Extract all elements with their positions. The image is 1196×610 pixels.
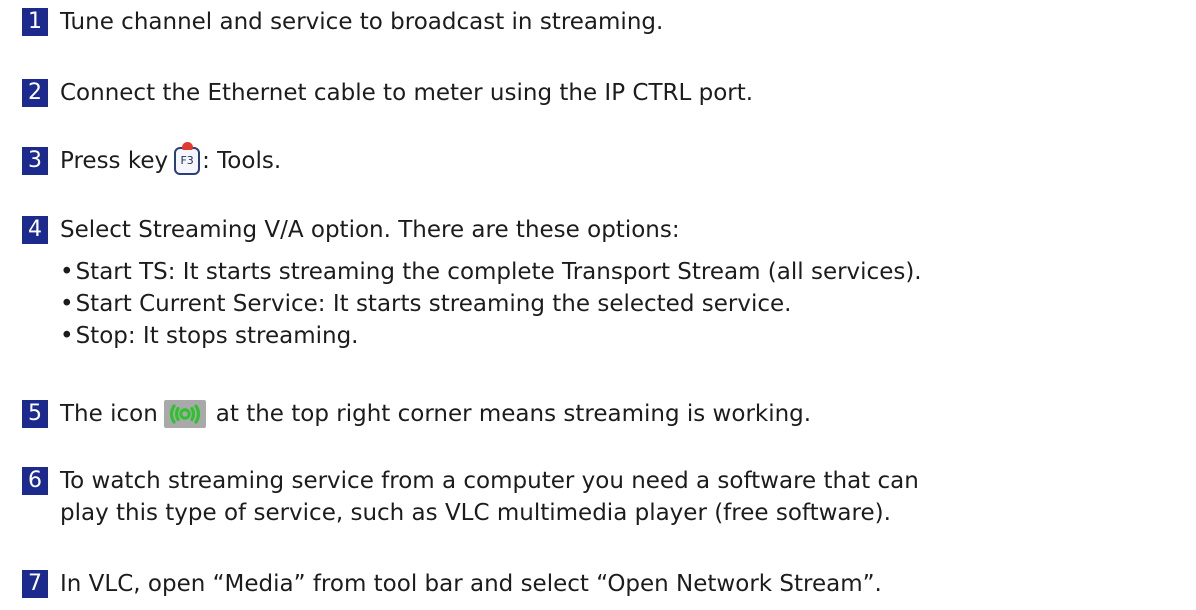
step-text-before-key: Press key: [60, 148, 169, 174]
step-number-badge: 4: [22, 216, 48, 244]
step-text: In VLC, open “Media” from tool bar and s…: [60, 571, 882, 597]
key-indicator-dot: [182, 142, 194, 150]
step-number-badge: 6: [22, 467, 48, 495]
key-label: F3: [180, 154, 194, 167]
step-text-before-icon: The icon: [60, 401, 158, 427]
step-text: Connect the Ethernet cable to meter usin…: [60, 80, 754, 106]
step-7: 7 In VLC, open “Media” from tool bar and…: [22, 568, 1186, 600]
step-text-after-key: : Tools.: [202, 148, 282, 174]
step-4: 4 Select Streaming V/A option. There are…: [22, 214, 1186, 352]
step-2: 2 Connect the Ethernet cable to meter us…: [22, 77, 1186, 109]
step-number-badge: 5: [22, 400, 48, 428]
options-list: •Start TS: It starts streaming the compl…: [60, 256, 1186, 352]
step-5: 5 The icon at the top right corner means…: [22, 398, 1186, 430]
step-text: Tune channel and service to broadcast in…: [60, 9, 664, 35]
list-item: •Start TS: It starts streaming the compl…: [60, 259, 922, 285]
step-3: 3 Press key F3 : Tools.: [22, 142, 1186, 177]
step-number-badge: 3: [22, 147, 48, 175]
step-text: Select Streaming V/A option. There are t…: [60, 217, 680, 243]
list-item: •Stop: It stops streaming.: [60, 323, 359, 349]
step-number-badge: 2: [22, 79, 48, 107]
step-text-line-2: play this type of service, such as VLC m…: [60, 500, 891, 526]
step-6: 6 To watch streaming service from a comp…: [22, 465, 1186, 529]
f3-key-icon: F3: [174, 142, 201, 175]
step-text-line-1: To watch streaming service from a comput…: [60, 468, 919, 494]
step-number-badge: 7: [22, 570, 48, 598]
step-number-badge: 1: [22, 8, 48, 36]
step-text-after-icon: at the top right corner means streaming …: [215, 401, 812, 427]
streaming-icon: [163, 400, 206, 428]
step-1: 1 Tune channel and service to broadcast …: [22, 6, 1186, 38]
list-item: •Start Current Service: It starts stream…: [60, 291, 792, 317]
